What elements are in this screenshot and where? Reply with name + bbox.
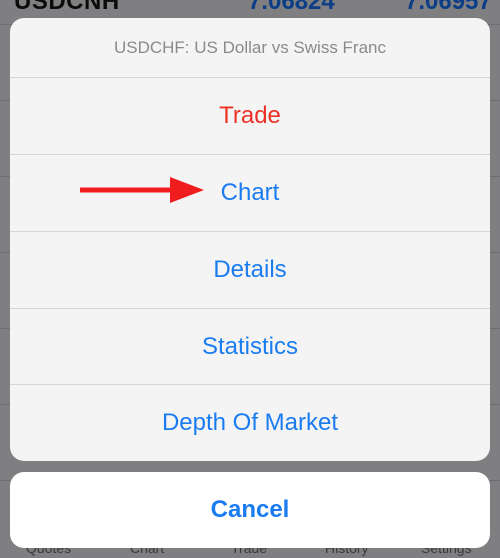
statistics-button[interactable]: Statistics (10, 309, 490, 385)
trade-button[interactable]: Trade (10, 78, 490, 154)
action-sheet: USDCHF: US Dollar vs Swiss Franc Trade C… (10, 18, 490, 461)
quote-ask: 7.06957 (405, 0, 492, 15)
quote-symbol: USDCNH (14, 0, 120, 15)
right-arrow-icon (80, 177, 204, 203)
cancel-button[interactable]: Cancel (10, 472, 490, 548)
action-sheet-title: USDCHF: US Dollar vs Swiss Franc (113, 37, 387, 57)
details-button[interactable]: Details (10, 232, 490, 308)
quote-bid: 7.06824 (248, 0, 335, 15)
depth-of-market-button[interactable]: Depth Of Market (10, 385, 490, 461)
